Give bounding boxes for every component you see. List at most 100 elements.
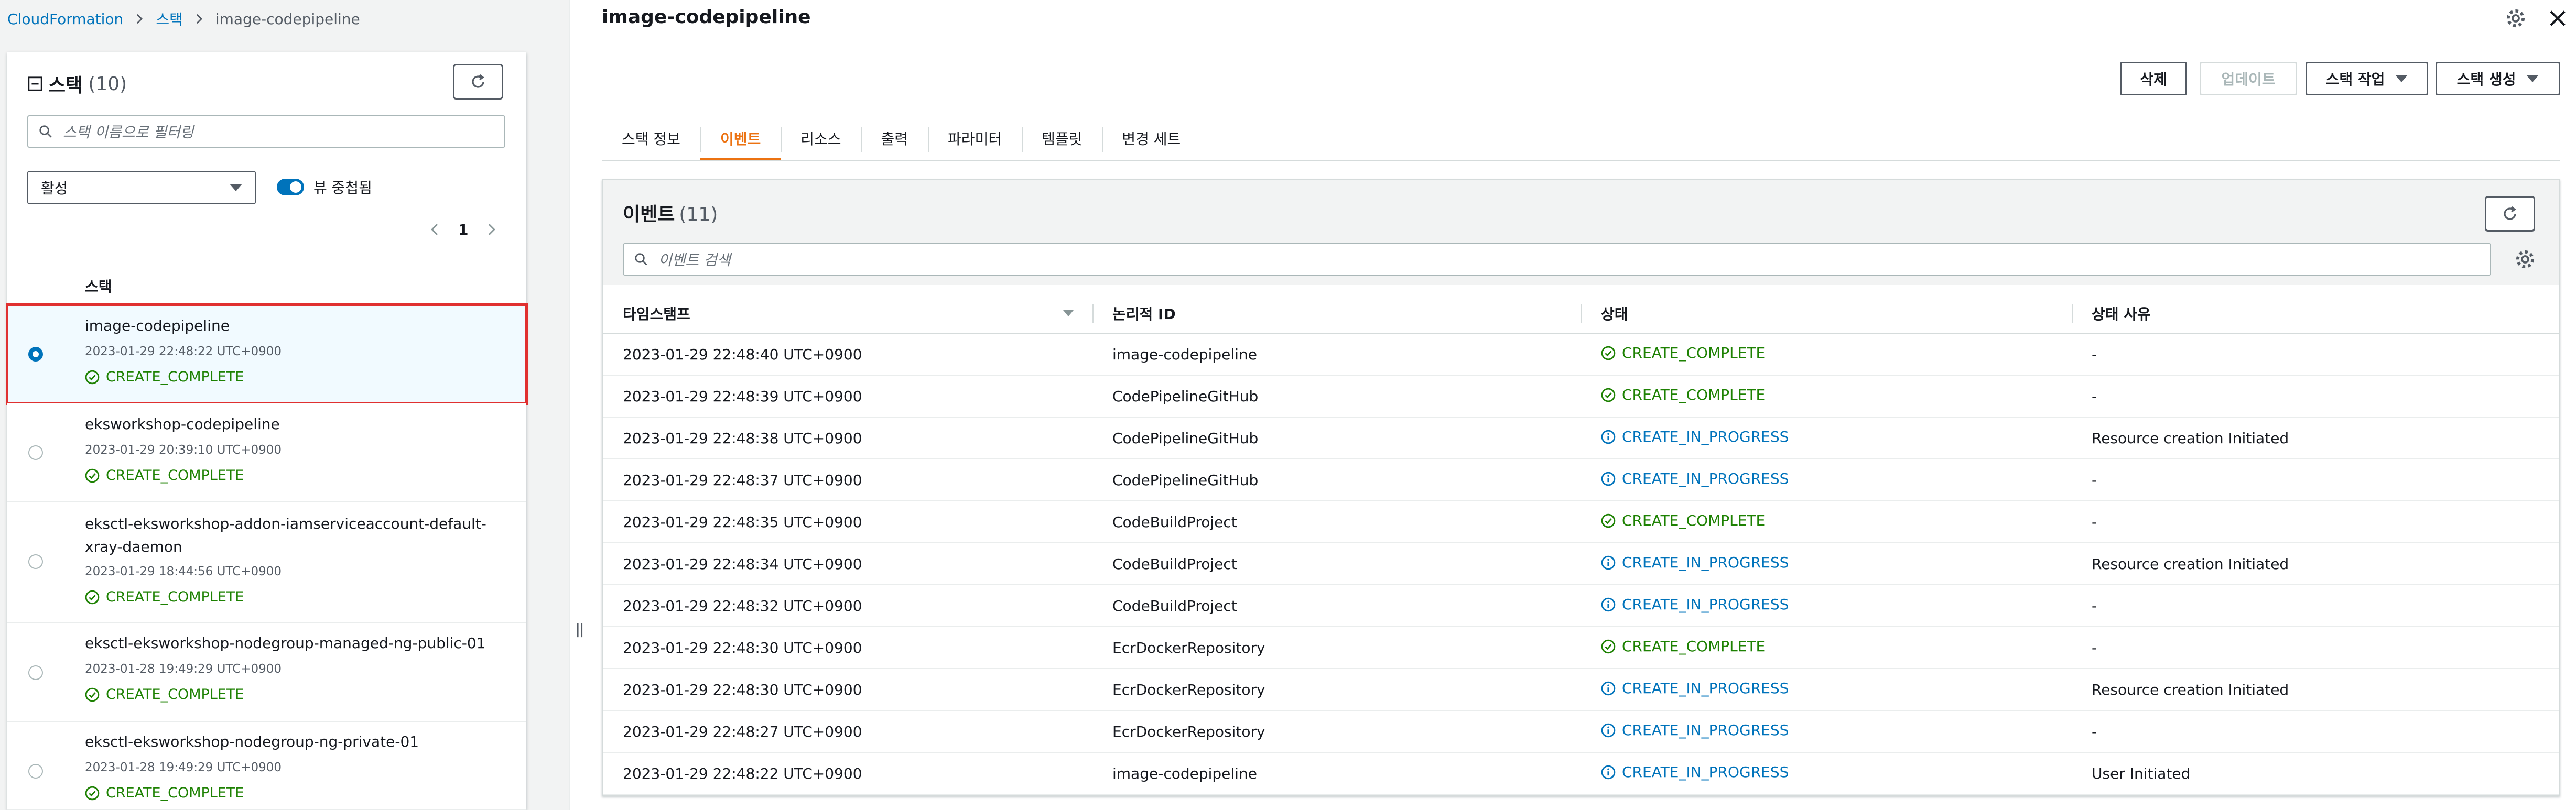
update-button[interactable]: 업데이트 bbox=[2200, 62, 2297, 95]
nested-view-toggle[interactable]: 뷰 중첩됨 bbox=[277, 174, 372, 200]
stack-radio[interactable] bbox=[28, 764, 43, 779]
stack-name[interactable]: eksworkshop-codepipeline bbox=[85, 413, 504, 436]
event-row: 2023-01-29 22:48:35 UTC+0900 CodeBuildPro… bbox=[603, 501, 2559, 543]
drag-handle-icon bbox=[577, 623, 583, 638]
tab-resources[interactable]: 리소스 bbox=[781, 115, 861, 161]
stacks-title: 스택 bbox=[48, 75, 83, 96]
refresh-icon bbox=[2504, 206, 2516, 220]
stack-actions-button-label: 스택 작업 bbox=[2325, 71, 2385, 88]
stack-status-filter[interactable]: 활성 bbox=[27, 171, 256, 204]
gear-icon[interactable] bbox=[2505, 7, 2527, 29]
event-status: CREATE_IN_PROGRESS bbox=[1581, 710, 2072, 753]
breadcrumb-cloudformation[interactable]: CloudFormation bbox=[7, 10, 123, 28]
event-status-reason: Resource creation Initiated bbox=[2072, 543, 2559, 585]
tab-template[interactable]: 템플릿 bbox=[1022, 115, 1102, 161]
info-circle-icon bbox=[1601, 430, 1616, 444]
chevron-right-icon bbox=[196, 14, 202, 24]
stack-list-item[interactable]: image-codepipeline 2023-01-29 22:48:22 U… bbox=[6, 303, 528, 405]
tab-outputs[interactable]: 출력 bbox=[861, 115, 928, 161]
event-timestamp: 2023-01-29 22:48:38 UTC+0900 bbox=[603, 417, 1092, 459]
stack-name[interactable]: eksctl-eksworkshop-addon-iamserviceaccou… bbox=[85, 512, 504, 559]
event-row: 2023-01-29 22:48:34 UTC+0900 CodeBuildPro… bbox=[603, 543, 2559, 585]
stack-radio[interactable] bbox=[28, 347, 43, 362]
close-icon[interactable] bbox=[2547, 7, 2569, 29]
event-status-reason: - bbox=[2072, 627, 2559, 669]
event-status-text: CREATE_COMPLETE bbox=[1622, 386, 1766, 404]
status-indicator: CREATE_COMPLETE bbox=[1601, 344, 1765, 362]
event-row: 2023-01-29 22:48:37 UTC+0900 CodePipeline… bbox=[603, 459, 2559, 501]
event-status-reason: - bbox=[2072, 375, 2559, 418]
tab-change-sets[interactable]: 변경 세트 bbox=[1102, 115, 1200, 161]
event-logical-id: CodePipelineGitHub bbox=[1092, 375, 1581, 418]
previous-page-button[interactable] bbox=[425, 219, 446, 240]
stack-list-item[interactable]: eksctl-eksworkshop-nodegroup-managed-ng-… bbox=[7, 623, 526, 722]
event-status: CREATE_COMPLETE bbox=[1581, 333, 2072, 376]
sort-descending-icon[interactable] bbox=[1063, 310, 1074, 316]
stacks-refresh-button[interactable] bbox=[453, 64, 503, 100]
events-table-body: 2023-01-29 22:48:40 UTC+0900 image-codepi… bbox=[603, 333, 2559, 795]
events-search-input[interactable]: 이벤트 검색 bbox=[623, 243, 2491, 276]
tab-events[interactable]: 이벤트 bbox=[700, 115, 781, 161]
toggle-switch[interactable] bbox=[277, 179, 304, 195]
status-indicator: CREATE_COMPLETE bbox=[1601, 386, 1765, 403]
column-header-status-reason[interactable]: 상태 사유 bbox=[2072, 293, 2559, 334]
stack-radio[interactable] bbox=[28, 554, 43, 569]
column-header-logical-id[interactable]: 논리적 ID bbox=[1092, 293, 1581, 334]
event-logical-id: image-codepipeline bbox=[1092, 333, 1581, 376]
stack-status-text: CREATE_COMPLETE bbox=[106, 369, 244, 385]
column-header-timestamp[interactable]: 타임스탬프 bbox=[603, 293, 1092, 334]
delete-button[interactable]: 삭제 bbox=[2120, 62, 2187, 95]
event-row: 2023-01-29 22:48:40 UTC+0900 image-codepi… bbox=[603, 333, 2559, 376]
stack-list-item[interactable]: eksworkshop-codepipeline 2023-01-29 20:3… bbox=[7, 403, 526, 502]
event-status-text: CREATE_IN_PROGRESS bbox=[1622, 721, 1789, 739]
stack-status-text: CREATE_COMPLETE bbox=[106, 785, 244, 801]
stack-radio[interactable] bbox=[28, 445, 43, 460]
stack-status: CREATE_COMPLETE bbox=[85, 686, 244, 703]
stacks-heading: 스택 (10) bbox=[27, 68, 127, 100]
status-indicator: CREATE_IN_PROGRESS bbox=[1601, 763, 1789, 781]
check-circle-icon bbox=[85, 786, 100, 800]
check-circle-icon bbox=[1601, 513, 1616, 528]
tab-stack-info[interactable]: 스택 정보 bbox=[602, 115, 700, 161]
event-row: 2023-01-29 22:48:30 UTC+0900 EcrDockerRep… bbox=[603, 627, 2559, 669]
event-timestamp: 2023-01-29 22:48:35 UTC+0900 bbox=[603, 501, 1092, 543]
create-stack-button[interactable]: 스택 생성 bbox=[2436, 62, 2560, 95]
check-circle-icon bbox=[85, 468, 100, 483]
events-refresh-button[interactable] bbox=[2485, 196, 2535, 232]
next-page-button[interactable] bbox=[481, 219, 502, 240]
stack-search-input[interactable]: 스택 이름으로 필터링 bbox=[27, 115, 505, 148]
event-logical-id: CodeBuildProject bbox=[1092, 501, 1581, 543]
event-status: CREATE_COMPLETE bbox=[1581, 375, 2072, 418]
status-indicator: CREATE_IN_PROGRESS bbox=[1601, 428, 1789, 445]
page-number[interactable]: 1 bbox=[458, 221, 468, 238]
stack-list-item[interactable]: eksctl-eksworkshop-addon-iamserviceaccou… bbox=[7, 502, 526, 623]
breadcrumb-stacks[interactable]: 스택 bbox=[156, 8, 183, 29]
stack-name[interactable]: eksctl-eksworkshop-nodegroup-ng-private-… bbox=[85, 730, 504, 753]
collapse-icon[interactable] bbox=[27, 76, 43, 92]
event-status-reason: Resource creation Initiated bbox=[2072, 417, 2559, 459]
stack-name[interactable]: eksctl-eksworkshop-nodegroup-managed-ng-… bbox=[85, 632, 504, 655]
stack-name[interactable]: image-codepipeline bbox=[85, 314, 504, 337]
tab-parameters[interactable]: 파라미터 bbox=[928, 115, 1022, 161]
chevron-right-icon bbox=[489, 224, 496, 235]
event-status: CREATE_IN_PROGRESS bbox=[1581, 543, 2072, 585]
stack-actions-button[interactable]: 스택 작업 bbox=[2306, 62, 2428, 95]
event-status-reason: - bbox=[2072, 501, 2559, 543]
gear-icon[interactable] bbox=[2514, 248, 2536, 270]
events-heading: 이벤트 (11) bbox=[623, 199, 718, 226]
column-header-status[interactable]: 상태 bbox=[1581, 293, 2072, 334]
status-indicator: CREATE_IN_PROGRESS bbox=[1601, 554, 1789, 571]
status-indicator: CREATE_IN_PROGRESS bbox=[1601, 680, 1789, 697]
stack-list-item[interactable]: eksctl-eksworkshop-nodegroup-ng-private-… bbox=[7, 722, 526, 810]
status-indicator: CREATE_COMPLETE bbox=[1601, 512, 1765, 529]
panel-resize-handle[interactable] bbox=[576, 622, 584, 642]
stack-radio[interactable] bbox=[28, 665, 43, 680]
stack-created-time: 2023-01-28 19:49:29 UTC+0900 bbox=[85, 662, 282, 676]
caret-down-icon bbox=[230, 184, 242, 191]
caret-down-icon bbox=[2526, 75, 2539, 82]
stack-status: CREATE_COMPLETE bbox=[85, 467, 244, 484]
event-row: 2023-01-29 22:48:39 UTC+0900 CodePipeline… bbox=[603, 375, 2559, 418]
chevron-left-icon bbox=[431, 224, 438, 235]
info-circle-icon bbox=[1601, 723, 1616, 738]
event-row: 2023-01-29 22:48:22 UTC+0900 image-codepi… bbox=[603, 752, 2559, 795]
